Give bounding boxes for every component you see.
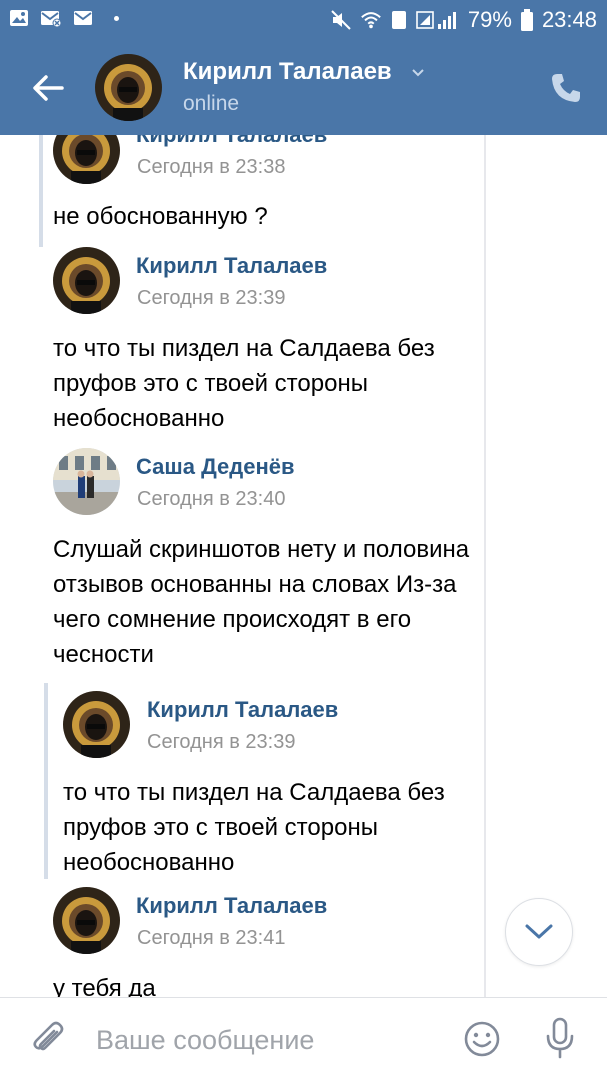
sender-name[interactable]: Кирилл Талалаев — [136, 893, 327, 919]
battery-icon — [520, 9, 534, 31]
signal-icon — [416, 10, 460, 30]
chevron-down-icon — [525, 924, 553, 939]
sender-name[interactable]: Саша Деденёв — [136, 454, 295, 480]
status-bar: 79% 23:48 — [0, 0, 607, 40]
message-text: то что ты пиздел на Салдаева без пруфов … — [63, 779, 445, 876]
sender-name[interactable]: Кирилл Талалаев — [136, 253, 327, 279]
avatar[interactable] — [53, 247, 120, 314]
sender-name[interactable]: Кирилл Талалаев — [147, 697, 338, 723]
sim-badge-icon — [390, 10, 408, 30]
notification-dot-icon — [114, 15, 119, 21]
back-button[interactable] — [28, 70, 68, 106]
message-time: Сегодня в 23:39 — [137, 287, 286, 309]
avatar[interactable] — [53, 448, 120, 515]
forward-quote-bar — [44, 683, 48, 879]
message-time: Сегодня в 23:39 — [147, 731, 296, 753]
message-time: Сегодня в 23:41 — [137, 927, 286, 949]
back-arrow-icon — [33, 75, 64, 101]
call-button[interactable] — [548, 70, 584, 106]
paperclip-icon — [33, 1021, 64, 1051]
microphone-icon — [546, 1017, 574, 1059]
wifi-icon — [360, 10, 382, 30]
status-left-icons — [8, 8, 119, 28]
message-text: то что ты пиздел на Салдаева без пруфов … — [53, 335, 435, 432]
chevron-down-icon[interactable] — [408, 62, 428, 82]
message-text: не обоснованную ? — [53, 203, 268, 230]
battery-percent: 79% — [467, 7, 512, 32]
sender-name[interactable]: Кирилл Талалаев — [136, 135, 327, 148]
message-list[interactable]: Кирилл Талалаев Сегодня в 23:38 не обосн… — [0, 135, 607, 997]
smiley-icon — [464, 1021, 500, 1057]
message-time: Сегодня в 23:38 — [137, 156, 286, 178]
mail-off-icon — [40, 8, 62, 28]
attach-button[interactable] — [30, 1020, 66, 1058]
mail-icon — [72, 8, 94, 28]
message-input[interactable] — [96, 1022, 436, 1058]
scroll-to-bottom-button[interactable] — [505, 898, 573, 966]
emoji-button[interactable] — [463, 1020, 501, 1058]
message-text: у тебя да — [53, 975, 156, 997]
gallery-icon — [8, 8, 30, 28]
message-text: Слушай скриншотов нету и половина отзыво… — [53, 536, 470, 668]
clock: 23:48 — [541, 7, 597, 32]
mute-icon — [330, 10, 352, 30]
contact-status: online — [183, 92, 240, 115]
forward-quote-bar — [39, 135, 43, 247]
contact-avatar[interactable] — [95, 54, 162, 121]
chat-header: Кирилл Талалаев online — [0, 40, 607, 135]
phone-icon — [552, 74, 580, 102]
avatar[interactable] — [53, 135, 120, 184]
status-right-icons: 79% 23:48 — [330, 6, 597, 34]
contact-name[interactable]: Кирилл Талалаев — [183, 58, 392, 86]
avatar[interactable] — [53, 887, 120, 954]
message-time: Сегодня в 23:40 — [137, 488, 286, 510]
avatar[interactable] — [63, 691, 130, 758]
voice-message-button[interactable] — [544, 1016, 576, 1060]
message-composer — [0, 997, 607, 1080]
